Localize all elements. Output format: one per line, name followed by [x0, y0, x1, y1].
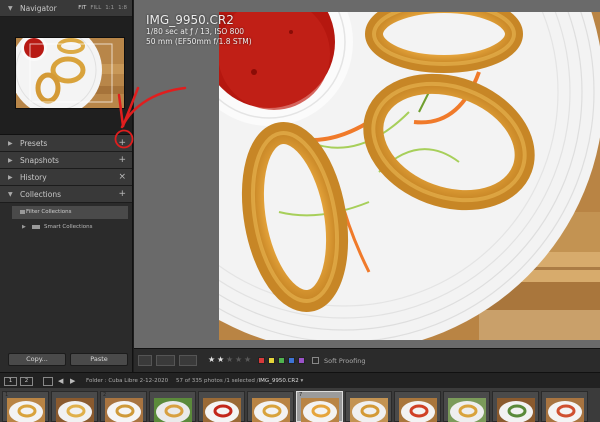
rating-star-icon[interactable]: ★ — [244, 354, 251, 366]
filmstrip-header: 1 2 ◀ ▶ Folder : Cuba Libre 2-12-2020 57… — [0, 372, 600, 388]
collections-list: Filter Collections ▶ Smart Collections — [0, 203, 132, 234]
clear-history-button[interactable]: × — [118, 169, 126, 186]
expand-triangle-icon: ▶ — [8, 140, 13, 147]
thumbnail-image — [497, 398, 535, 422]
collection-item-label: Smart Collections — [44, 224, 93, 230]
photo-info-overlay: IMG_9950.CR2 1/80 sec at ƒ / 13, ISO 800… — [146, 13, 252, 47]
folder-label[interactable]: Folder : Cuba Libre 2-12-2020 — [86, 373, 168, 389]
filmstrip-thumbnail[interactable]: 1 — [2, 391, 49, 422]
filmstrip-thumbnail[interactable] — [492, 391, 539, 422]
thumbnail-image — [350, 398, 388, 422]
color-label-swatch[interactable] — [278, 357, 285, 364]
soft-proofing-checkbox[interactable] — [312, 357, 319, 364]
smart-collection-icon — [32, 225, 40, 229]
copy-button[interactable]: Copy... — [8, 353, 66, 366]
loupe-viewer[interactable]: IMG_9950.CR2 1/80 sec at ƒ / 13, ISO 800… — [134, 0, 600, 348]
rating-star-icon[interactable]: ★ — [217, 354, 224, 366]
thumbnail-image — [105, 398, 143, 422]
thumbnail-image — [546, 398, 584, 422]
back-arrow-icon[interactable]: ◀ — [58, 373, 63, 389]
navigator-header[interactable]: ▼ Navigator FIT FILL 1:1 1:8 — [0, 0, 132, 17]
thumbnail-image — [7, 398, 45, 422]
thumbnail-image — [56, 398, 94, 422]
add-preset-button[interactable]: + — [118, 135, 126, 152]
filmstrip-thumbnail[interactable]: 7 — [296, 391, 343, 422]
expand-triangle-icon: ▶ — [8, 174, 13, 181]
zoom-1-8[interactable]: 1:8 — [118, 5, 127, 11]
filmstrip-thumbnail[interactable]: 2 — [100, 391, 147, 422]
expand-triangle-icon[interactable]: ▶ — [22, 221, 26, 234]
expand-triangle-icon: ▶ — [8, 157, 13, 164]
soft-proofing-label: Soft Proofing — [324, 357, 366, 365]
add-snapshot-button[interactable]: + — [118, 152, 126, 169]
filename-label: IMG_9950.CR2 — [146, 13, 234, 27]
left-panel: ▼ Navigator FIT FILL 1:1 1:8 ▶ Presets +… — [0, 0, 133, 348]
screen-2-button[interactable]: 2 — [20, 377, 33, 386]
grid-icon[interactable] — [43, 377, 53, 386]
collapse-triangle-icon: ▼ — [8, 191, 13, 198]
filter-icon — [20, 210, 25, 214]
toolbar: ★ ★ ★ ★ ★ Soft Proofing — [134, 348, 600, 372]
thumbnail-image — [154, 398, 192, 422]
compare-view-button[interactable] — [156, 355, 175, 366]
survey-view-button[interactable] — [179, 355, 197, 366]
thumbnail-image — [448, 398, 486, 422]
filmstrip-thumbnail[interactable] — [51, 391, 98, 422]
collection-item-label: Filter Collections — [26, 209, 72, 215]
navigator-preview — [0, 17, 132, 135]
presets-header[interactable]: ▶ Presets + — [0, 135, 132, 152]
thumbnail-image — [301, 398, 339, 422]
rating-star-icon[interactable]: ★ — [235, 354, 242, 366]
thumbnail-image — [252, 398, 290, 422]
color-label-swatch[interactable] — [268, 357, 275, 364]
history-title: History — [20, 173, 47, 182]
filmstrip: 1 2 7 — [0, 388, 600, 422]
snapshots-header[interactable]: ▶ Snapshots + — [0, 152, 132, 169]
filmstrip-thumbnail[interactable] — [345, 391, 392, 422]
lens-label: 50 mm (EF50mm f/1.8 STM) — [146, 37, 252, 46]
exposure-label: 1/80 sec at ƒ / 13, ISO 800 — [146, 27, 244, 36]
thumbnail-image — [203, 398, 241, 422]
zoom-1-1[interactable]: 1:1 — [105, 5, 114, 11]
filmstrip-thumbnail[interactable] — [443, 391, 490, 422]
screen-1-button[interactable]: 1 — [4, 377, 17, 386]
presets-title: Presets — [20, 139, 48, 148]
collapse-triangle-icon: ▼ — [8, 5, 13, 12]
main-photo[interactable] — [219, 12, 600, 340]
photo-count-label: 57 of 335 photos /1 selected /IMG_9950.C… — [176, 378, 304, 384]
loupe-view-button[interactable] — [138, 355, 152, 366]
copy-paste-bar: Copy... Paste — [0, 348, 133, 372]
color-label-swatch[interactable] — [288, 357, 295, 364]
filmstrip-thumbnail[interactable] — [394, 391, 441, 422]
history-header[interactable]: ▶ History × — [0, 169, 132, 186]
color-label-swatch[interactable] — [298, 357, 305, 364]
rating-star-icon[interactable]: ★ — [208, 354, 215, 366]
filmstrip-thumbnail[interactable] — [198, 391, 245, 422]
snapshots-title: Snapshots — [20, 156, 59, 165]
forward-arrow-icon[interactable]: ▶ — [70, 373, 75, 389]
filmstrip-thumbnail[interactable] — [541, 391, 588, 422]
collections-title: Collections — [20, 190, 62, 199]
zoom-options: FIT FILL 1:1 1:8 — [74, 0, 127, 17]
color-label-swatch[interactable] — [258, 357, 265, 364]
collection-item-smart[interactable]: ▶ Smart Collections — [12, 221, 128, 234]
paste-button[interactable]: Paste — [70, 353, 128, 366]
add-collection-button[interactable]: + — [118, 186, 126, 203]
filmstrip-thumbnail[interactable] — [247, 391, 294, 422]
collection-item-filter[interactable]: Filter Collections — [12, 206, 128, 219]
rating-star-icon[interactable]: ★ — [226, 354, 233, 366]
filmstrip-thumbnail[interactable] — [149, 391, 196, 422]
navigator-thumbnail[interactable] — [15, 37, 125, 109]
thumbnail-image — [399, 398, 437, 422]
zoom-fill[interactable]: FILL — [90, 5, 101, 11]
navigator-title: Navigator — [20, 4, 57, 13]
zoom-fit[interactable]: FIT — [78, 5, 86, 11]
collections-header[interactable]: ▼ Collections + — [0, 186, 132, 203]
